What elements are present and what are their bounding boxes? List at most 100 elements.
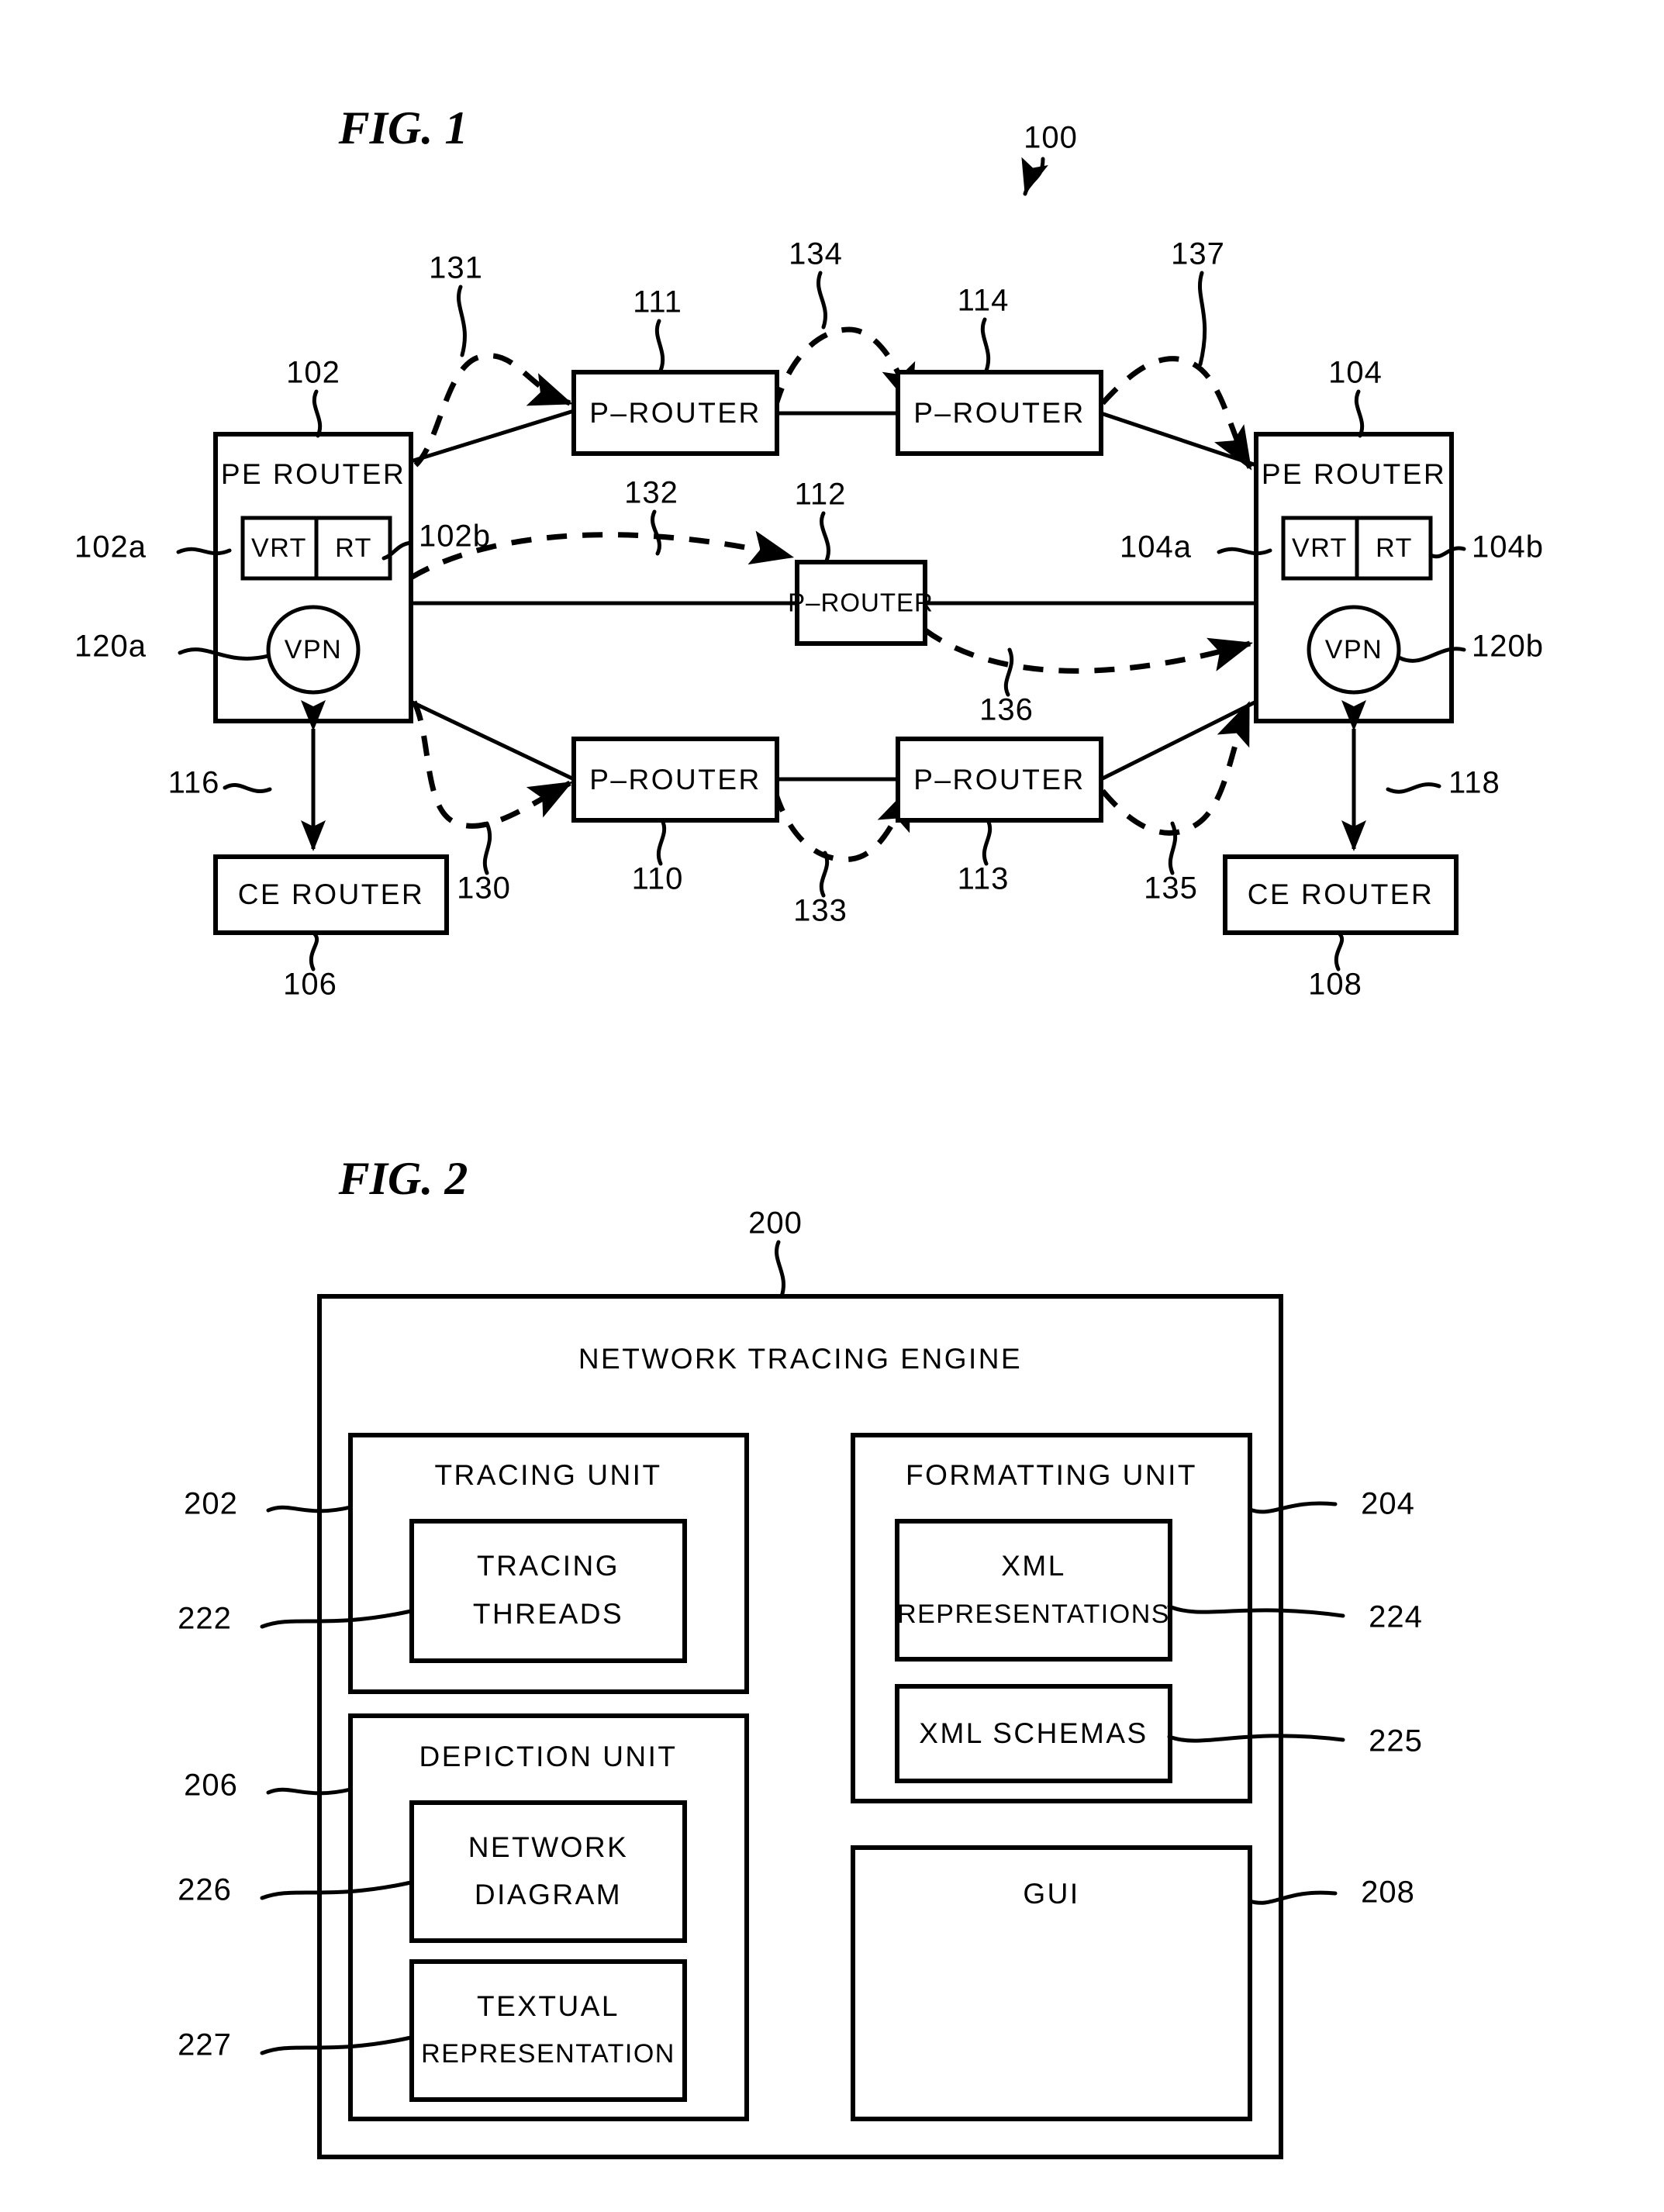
ref-110-leader [656,818,667,866]
ref-137-leader [1197,271,1207,367]
p-router-110[interactable]: P–ROUTER [571,737,779,823]
ref-206-leader [266,1787,353,1796]
ce-router-right[interactable]: CE ROUTER [1223,854,1459,935]
ref-222: 222 [178,1602,232,1636]
network-diagram-box[interactable]: NETWORK DIAGRAM [409,1800,687,1943]
p-router-111-label: P–ROUTER [589,397,761,429]
pe-router-left-label: PE ROUTER [221,458,406,490]
ce-router-left[interactable]: CE ROUTER [213,854,449,935]
ref-114: 114 [958,284,1010,318]
ref-136: 136 [979,693,1034,727]
ref-104b: 104b [1472,530,1544,564]
xml-representations-label-2: REPRESENTATIONS [897,1599,1170,1629]
ref-100-leader-arrow [1021,157,1048,196]
ref-120b: 120b [1472,630,1544,664]
ref-137: 137 [1171,237,1225,271]
vpn-circle-right[interactable]: VPN [1307,605,1401,695]
tracing-threads-label-2: THREADS [473,1598,623,1630]
ref-200-leader [775,1240,785,1299]
p-router-112-label: P–ROUTER [788,588,934,617]
p-router-113-label: P–ROUTER [913,764,1085,795]
ref-136-leader [1003,647,1014,697]
textual-representation-label-2: REPRESENTATION [421,2039,675,2069]
trace-path-136 [922,627,1254,674]
xml-schemas-label: XML SCHEMAS [919,1717,1148,1749]
tracing-unit-label: TRACING UNIT [434,1459,661,1491]
trace-path-134 [772,326,916,408]
ref-200: 200 [748,1206,803,1241]
ref-135: 135 [1144,871,1198,906]
vrt-rt-box-left[interactable]: VRT RT [240,516,392,581]
trace-path-137 [1100,356,1252,471]
gui-box[interactable]: GUI [851,1845,1252,2121]
ref-104a: 104a [1120,530,1192,564]
ref-116-leader [223,783,272,793]
formatting-unit-label: FORMATTING UNIT [906,1459,1197,1491]
ref-131-leader [457,285,467,357]
ref-116: 116 [168,766,220,800]
ref-118-leader [1386,782,1441,794]
ref-100: 100 [1024,121,1078,155]
p-router-113[interactable]: P–ROUTER [896,737,1103,823]
ref-206: 206 [184,1769,238,1803]
ref-225: 225 [1369,1724,1423,1758]
ref-130-leader [482,821,492,875]
vrt-rt-box-right[interactable]: VRT RT [1281,516,1433,581]
trace-path-130 [411,700,573,829]
ref-204: 204 [1361,1487,1415,1521]
ref-130: 130 [457,871,511,906]
p-router-111[interactable]: P–ROUTER [571,370,779,456]
pe-router-right-label: PE ROUTER [1262,458,1446,490]
ref-227: 227 [178,2028,232,2062]
ref-110: 110 [632,862,684,896]
fig1-title: FIG. 1 [338,102,468,154]
network-diagram-label-1: NETWORK [468,1831,629,1863]
p-router-114-label: P–ROUTER [913,397,1085,429]
p-router-114[interactable]: P–ROUTER [896,370,1103,456]
gui-label: GUI [1023,1878,1079,1910]
engine-title: NETWORK TRACING ENGINE [578,1343,1022,1375]
ref-133: 133 [793,894,848,928]
ref-102: 102 [286,356,340,390]
ref-132: 132 [624,476,678,510]
vrt-label-right: VRT [1292,533,1348,563]
patent-drawing-sheet: FIG. 1 100 PE ROUTER 102 VRT RT 102a 102… [0,0,1664,2212]
rt-label-right: RT [1376,533,1413,563]
ref-104: 104 [1328,356,1383,390]
fig2-title: FIG. 2 [338,1153,468,1204]
textual-representation-label-1: TEXTUAL [477,1990,620,2022]
ce-router-right-label: CE ROUTER [1248,878,1434,910]
ref-111: 111 [633,285,682,319]
ref-202: 202 [184,1487,238,1521]
ref-112-leader [820,511,830,563]
xml-schemas-box[interactable]: XML SCHEMAS [895,1684,1172,1783]
ref-202-leader [266,1505,353,1513]
ref-131: 131 [429,251,483,285]
textual-representation-box[interactable]: TEXTUAL REPRESENTATION [409,1959,687,2102]
rt-label-left: RT [335,533,372,563]
ref-106: 106 [283,968,337,1002]
ref-102-leader [312,389,323,438]
ref-224: 224 [1369,1600,1423,1634]
ref-208: 208 [1361,1876,1415,1910]
ref-106-leader [309,932,319,971]
ref-104-leader [1354,389,1365,438]
ref-120a: 120a [74,630,147,664]
trace-path-131 [413,353,573,468]
xml-representations-box[interactable]: XML REPRESENTATIONS [895,1519,1172,1662]
vpn-label-right: VPN [1325,635,1383,664]
vpn-circle-left[interactable]: VPN [266,605,361,695]
ref-133-leader [819,851,830,898]
ref-226: 226 [178,1873,232,1907]
xml-representations-label-1: XML [1001,1550,1066,1582]
tracing-threads-label-1: TRACING [477,1550,620,1582]
ref-132-leader [651,509,661,556]
tracing-threads-box[interactable]: TRACING THREADS [409,1519,687,1663]
ref-114-leader [980,317,991,373]
ref-134-leader [816,271,827,330]
vpn-label-left: VPN [285,635,342,664]
ref-102a: 102a [74,530,147,564]
p-router-110-label: P–ROUTER [589,764,761,795]
ref-108-leader [1334,932,1345,971]
p-router-112[interactable]: P–ROUTER [788,560,934,646]
